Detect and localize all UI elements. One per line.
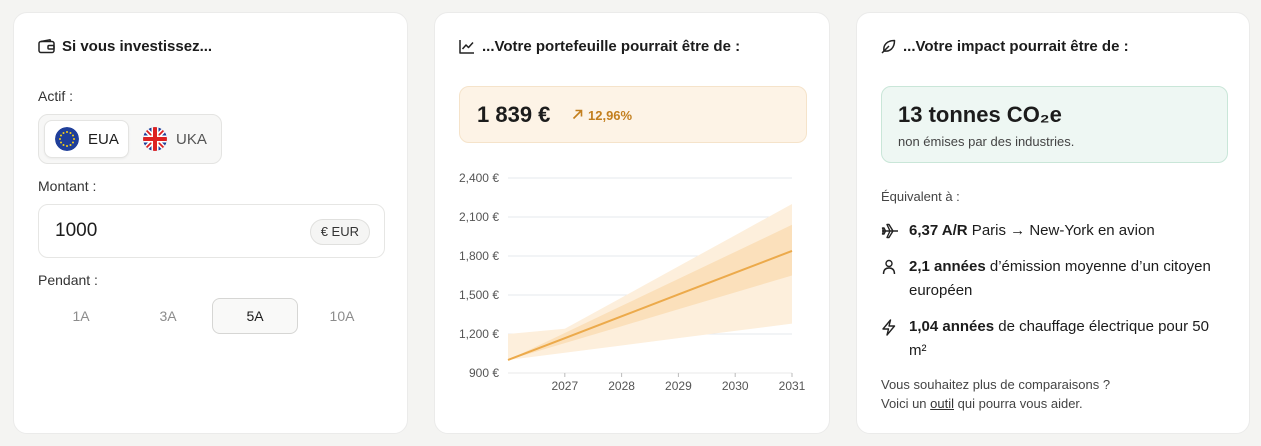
impact-card: ...Votre impact pourrait être de : 13 to… — [856, 12, 1250, 434]
asset-option-uka[interactable]: UKA — [133, 120, 218, 158]
line-chart-icon — [459, 39, 475, 54]
equivalent-item-heating: 1,04 années de chauffage électrique pour… — [881, 315, 1226, 363]
period-option-10a[interactable]: 10A — [299, 298, 385, 334]
asset-uka-label: UKA — [176, 130, 207, 148]
portfolio-value: 1 839 € — [477, 102, 551, 127]
currency-badge: € EUR — [309, 219, 370, 245]
y-tick-label: 1,500 € — [459, 288, 499, 302]
period-option-1a[interactable]: 1A — [38, 298, 124, 334]
equivalent-label: Équivalent à : — [881, 189, 960, 204]
portfolio-card: ...Votre portefeuille pourrait être de :… — [434, 12, 830, 434]
impact-amount: 13 tonnes CO₂e — [898, 102, 1062, 127]
asset-toggle: EUA UKA — [38, 114, 222, 164]
asset-eua-label: EUA — [88, 130, 119, 148]
impact-summary-box: 13 tonnes CO₂e non émises par des indust… — [881, 86, 1228, 163]
period-option-5a[interactable]: 5A — [212, 298, 298, 334]
x-tick-label: 2028 — [608, 379, 635, 393]
tool-link[interactable]: outil — [930, 396, 954, 411]
person-icon — [881, 255, 901, 303]
x-tick-label: 2027 — [551, 379, 578, 393]
equivalent-citizen-text: 2,1 années d’émission moyenne d’un citoy… — [909, 258, 1211, 299]
invest-title-text: Si vous investissez... — [62, 38, 213, 55]
equivalent-item-flight: 6,37 A/R Paris → New-York en avion — [881, 219, 1226, 247]
y-tick-label: 2,100 € — [459, 210, 499, 224]
portfolio-value-box: 1 839 € 12,96% — [459, 86, 807, 143]
leaf-icon — [881, 39, 896, 54]
portfolio-change: 12,96% — [572, 108, 632, 123]
amount-label: Montant : — [38, 178, 97, 194]
portfolio-chart: 2,400 € 2,100 € 1,800 € 1,500 € 1,200 € 900 €… — [459, 171, 806, 393]
impact-title-text: ...Votre impact pourrait être de : — [903, 38, 1129, 55]
portfolio-title: ...Votre portefeuille pourrait être de : — [459, 38, 740, 55]
y-tick-label: 1,800 € — [459, 249, 499, 263]
period-option-3a[interactable]: 3A — [125, 298, 211, 334]
lightning-icon — [881, 315, 901, 363]
eu-flag-icon — [55, 127, 79, 151]
arrow-up-right-icon — [572, 108, 583, 123]
wallet-icon — [38, 39, 55, 54]
impact-title: ...Votre impact pourrait être de : — [881, 38, 1129, 55]
equivalent-heating-text: 1,04 années de chauffage électrique pour… — [909, 318, 1209, 359]
footer-line-2: Voici un outil qui pourra vous aider. — [881, 396, 1083, 411]
uk-flag-icon — [143, 127, 167, 151]
portfolio-title-text: ...Votre portefeuille pourrait être de : — [482, 38, 741, 55]
y-tick-label: 2,400 € — [459, 171, 499, 185]
comparison-footer: Vous souhaitez plus de comparaisons ? Vo… — [881, 375, 1110, 413]
y-tick-label: 900 € — [469, 366, 499, 380]
portfolio-change-value: 12,96% — [588, 108, 633, 123]
amount-value: 1000 — [55, 220, 98, 241]
x-tick-label: 2030 — [722, 379, 749, 393]
y-tick-label: 1,200 € — [459, 327, 499, 341]
airplane-icon — [881, 219, 901, 247]
amount-field[interactable]: 1000 € EUR — [38, 204, 385, 258]
invest-card: Si vous investissez... Actif : EUA UKA M… — [13, 12, 408, 434]
equivalent-item-citizen: 2,1 années d’émission moyenne d’un citoy… — [881, 255, 1226, 303]
footer-line-1: Vous souhaitez plus de comparaisons ? — [881, 377, 1111, 392]
invest-title: Si vous investissez... — [38, 38, 212, 55]
period-label: Pendant : — [38, 272, 98, 288]
impact-subtitle: non émises par des industries. — [898, 134, 1075, 149]
equivalent-flight-text: 6,37 A/R Paris → New-York en avion — [909, 222, 1155, 239]
x-tick-label: 2031 — [779, 379, 806, 393]
asset-label: Actif : — [38, 88, 74, 104]
asset-option-eua[interactable]: EUA — [44, 120, 129, 158]
x-tick-label: 2029 — [665, 379, 692, 393]
